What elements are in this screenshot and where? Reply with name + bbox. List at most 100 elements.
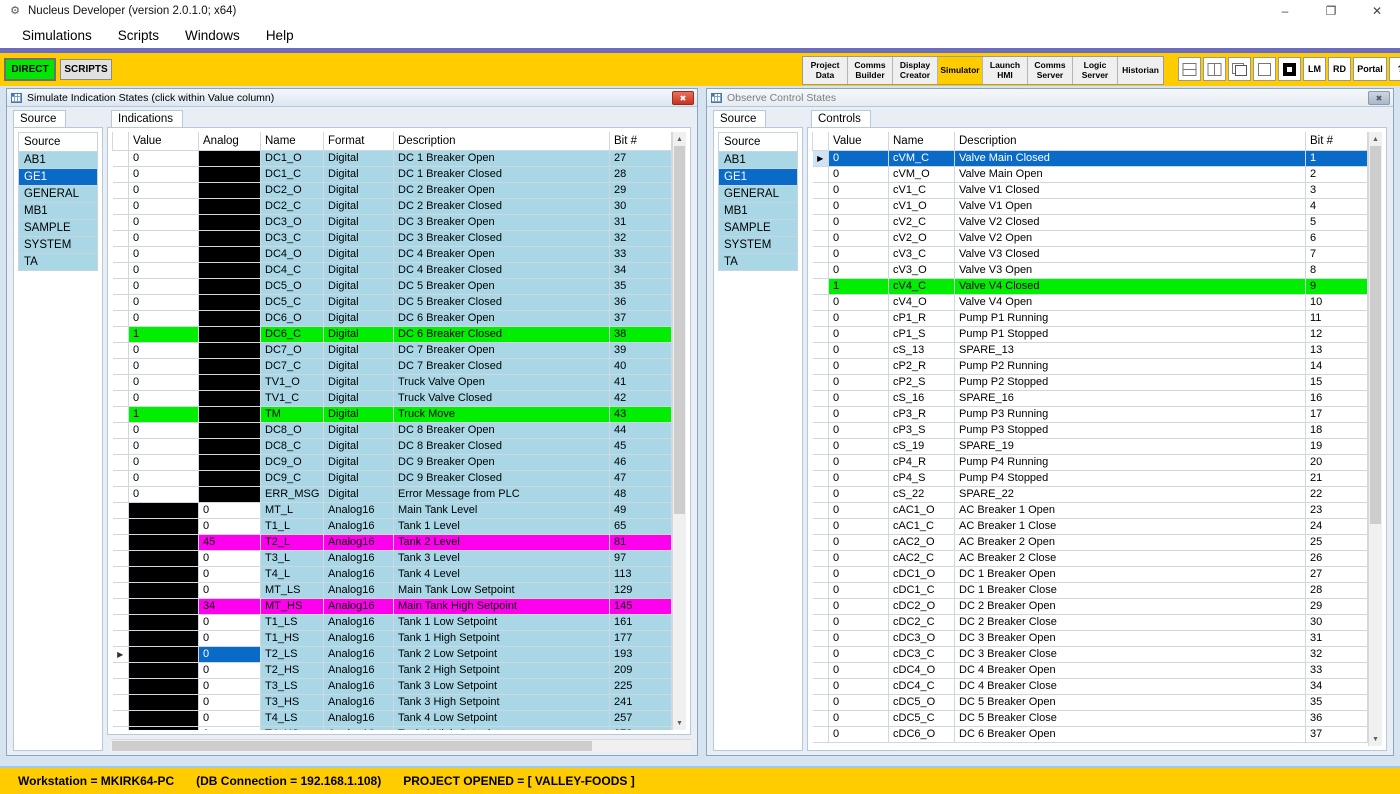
cell-format[interactable]: Analog16 (324, 598, 394, 614)
menu-windows[interactable]: Windows (173, 25, 252, 46)
table-row[interactable]: 0MT_LSAnalog16Main Tank Low Setpoint129 (113, 582, 672, 598)
source-item-mb1[interactable]: MB1 (719, 203, 798, 220)
cell-description[interactable]: DC 3 Breaker Open (394, 214, 610, 230)
cell-format[interactable]: Analog16 (324, 694, 394, 710)
cell-format[interactable]: Digital (324, 390, 394, 406)
cell-analog[interactable]: 0 (199, 550, 261, 566)
cell-name[interactable]: DC3_O (261, 214, 324, 230)
nav-comms-server[interactable]: Comms Server (1028, 57, 1073, 84)
cell-value[interactable]: 0 (129, 198, 199, 214)
cell-name[interactable]: T3_HS (261, 694, 324, 710)
table-row[interactable]: 0TV1_CDigitalTruck Valve Closed42 (113, 390, 672, 406)
cell-name[interactable]: T4_L (261, 566, 324, 582)
source-item-sample[interactable]: SAMPLE (719, 220, 798, 237)
source-item-sample[interactable]: SAMPLE (19, 220, 98, 237)
table-row[interactable]: 0cV1_CValve V1 Closed3 (813, 182, 1368, 198)
cell-name[interactable]: T2_L (261, 534, 324, 550)
cell-bit[interactable]: 161 (610, 614, 672, 630)
cell-description[interactable]: DC 4 Breaker Closed (394, 262, 610, 278)
hscroll-thumb[interactable] (112, 741, 592, 751)
table-row[interactable]: 0cS_13SPARE_1313 (813, 342, 1368, 358)
cell-value[interactable] (129, 566, 199, 582)
table-row[interactable]: 0cP1_SPump P1 Stopped12 (813, 326, 1368, 342)
table-row[interactable]: 0cV3_CValve V3 Closed7 (813, 246, 1368, 262)
cell-bit[interactable]: 43 (610, 406, 672, 422)
menu-simulations[interactable]: Simulations (10, 25, 104, 46)
cell-bit[interactable]: 34 (610, 262, 672, 278)
cell-format[interactable]: Digital (324, 470, 394, 486)
nav-logic-server[interactable]: Logic Server (1073, 57, 1118, 84)
cell-description[interactable]: DC 5 Breaker Closed (394, 294, 610, 310)
cell-description[interactable]: Error Message from PLC (394, 486, 610, 502)
table-row[interactable]: 0DC5_CDigitalDC 5 Breaker Closed36 (113, 294, 672, 310)
cell-value[interactable] (129, 630, 199, 646)
cell-name[interactable]: DC8_O (261, 422, 324, 438)
cell-description[interactable]: DC 5 Breaker Open (394, 278, 610, 294)
table-row[interactable]: 0cV2_OValve V2 Open6 (813, 230, 1368, 246)
cell-bit[interactable]: 49 (610, 502, 672, 518)
cell-analog[interactable] (199, 454, 261, 470)
cell-format[interactable]: Analog16 (324, 678, 394, 694)
cell-bit[interactable]: 241 (610, 694, 672, 710)
cell-format[interactable]: Analog16 (324, 534, 394, 550)
cell-analog[interactable] (199, 390, 261, 406)
cell-description[interactable]: DC 1 Breaker Closed (394, 166, 610, 182)
cell-analog[interactable] (199, 246, 261, 262)
cell-name[interactable]: T2_HS (261, 662, 324, 678)
left-panel-close-icon[interactable]: ✖ (672, 91, 694, 105)
cell-value[interactable]: 0 (129, 278, 199, 294)
cell-bit[interactable]: 38 (610, 326, 672, 342)
cell-name[interactable]: DC9_C (261, 470, 324, 486)
cell-description[interactable]: Main Tank Low Setpoint (394, 582, 610, 598)
cell-format[interactable]: Digital (324, 374, 394, 390)
single-window-icon[interactable] (1253, 57, 1276, 81)
table-row[interactable]: 0ERR_MSGDigitalError Message from PLC48 (113, 486, 672, 502)
cell-analog[interactable]: 0 (199, 646, 261, 662)
table-row[interactable]: 0cP2_RPump P2 Running14 (813, 358, 1368, 374)
cell-bit[interactable]: 35 (610, 278, 672, 294)
cell-value[interactable]: 0 (129, 358, 199, 374)
table-row[interactable]: 1DC6_CDigitalDC 6 Breaker Closed38 (113, 326, 672, 342)
cell-description[interactable]: Tank 3 Level (394, 550, 610, 566)
lm-button[interactable]: LM (1303, 57, 1326, 81)
cell-analog[interactable]: 0 (199, 518, 261, 534)
cell-name[interactable]: MT_LS (261, 582, 324, 598)
cell-value[interactable] (129, 678, 199, 694)
table-row[interactable]: 0T3_LAnalog16Tank 3 Level97 (113, 550, 672, 566)
cell-bit[interactable]: 65 (610, 518, 672, 534)
table-row[interactable]: 0cP4_RPump P4 Running20 (813, 454, 1368, 470)
tab-source-right[interactable]: Source (713, 110, 766, 127)
cell-bit[interactable]: 113 (610, 566, 672, 582)
table-row[interactable]: 0DC7_ODigitalDC 7 Breaker Open39 (113, 342, 672, 358)
cell-value[interactable]: 0 (129, 374, 199, 390)
cell-bit[interactable]: 28 (610, 166, 672, 182)
nav-historian[interactable]: Historian (1118, 57, 1163, 84)
cell-format[interactable]: Digital (324, 422, 394, 438)
cell-name[interactable]: T1_LS (261, 614, 324, 630)
cell-analog[interactable]: 0 (199, 662, 261, 678)
table-row[interactable]: 0cVM_OValve Main Open2 (813, 166, 1368, 182)
cell-format[interactable]: Digital (324, 406, 394, 422)
table-row[interactable]: 0T1_LSAnalog16Tank 1 Low Setpoint161 (113, 614, 672, 630)
cell-analog[interactable] (199, 342, 261, 358)
cell-name[interactable]: DC3_C (261, 230, 324, 246)
cell-value[interactable]: 0 (129, 486, 199, 502)
cell-analog[interactable] (199, 150, 261, 166)
cell-name[interactable]: DC5_O (261, 278, 324, 294)
cell-name[interactable]: DC9_O (261, 454, 324, 470)
cell-bit[interactable]: 225 (610, 678, 672, 694)
col-name[interactable]: Name (261, 132, 324, 150)
table-row[interactable]: 0cS_19SPARE_1919 (813, 438, 1368, 454)
cascade-windows-icon[interactable] (1228, 57, 1251, 81)
table-row[interactable]: 34MT_HSAnalog16Main Tank High Setpoint14… (113, 598, 672, 614)
indications-vscrollbar[interactable]: ▲ ▼ (672, 132, 686, 730)
table-row[interactable]: 0DC6_ODigitalDC 6 Breaker Open37 (113, 310, 672, 326)
cell-value[interactable] (129, 662, 199, 678)
cell-analog[interactable] (199, 438, 261, 454)
cell-name[interactable]: DC5_C (261, 294, 324, 310)
cell-analog[interactable] (199, 374, 261, 390)
table-row[interactable]: 0TV1_ODigitalTruck Valve Open41 (113, 374, 672, 390)
cell-description[interactable]: DC 9 Breaker Closed (394, 470, 610, 486)
cell-bit[interactable]: 39 (610, 342, 672, 358)
scroll-thumb[interactable] (674, 146, 685, 514)
